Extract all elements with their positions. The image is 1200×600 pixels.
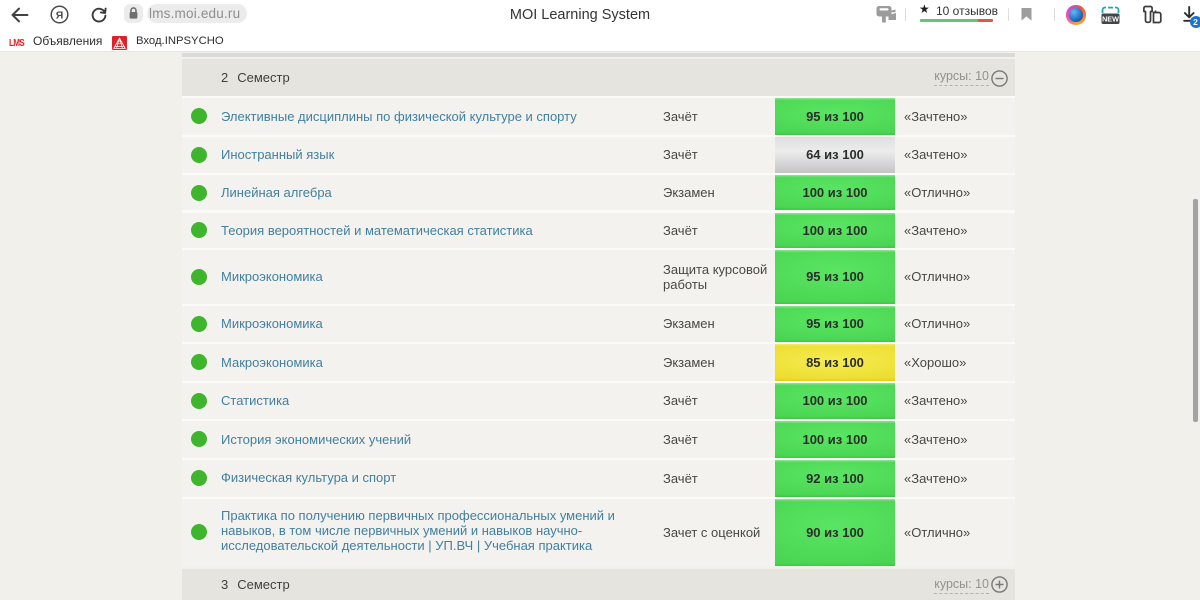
svg-text:NEW: NEW — [1102, 15, 1119, 24]
svg-text:Я: Я — [56, 9, 64, 21]
